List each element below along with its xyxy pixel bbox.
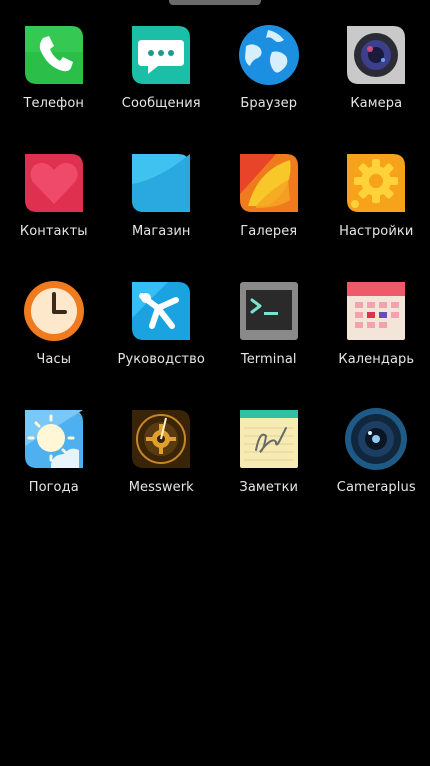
app-gallery[interactable]: Галерея [215, 146, 323, 274]
app-label: Messwerk [128, 480, 194, 495]
browser-globe-icon [238, 25, 299, 85]
app-phone[interactable]: Телефон [0, 18, 108, 146]
app-label: Заметки [239, 480, 299, 495]
app-browser[interactable]: Браузер [215, 18, 323, 146]
app-settings[interactable]: Настройки [323, 146, 430, 274]
app-label: Телефон [23, 96, 84, 111]
weather-icon [24, 410, 83, 468]
messages-icon [132, 26, 191, 84]
app-store[interactable]: Магазин [108, 146, 216, 274]
notes-icon [239, 410, 298, 468]
camera-icon [347, 26, 406, 84]
app-label: Камера [350, 96, 403, 111]
app-calendar[interactable]: Календарь [323, 274, 430, 402]
app-label: Календарь [338, 352, 415, 367]
app-weather[interactable]: Погода [0, 402, 108, 530]
app-grid: Телефон Сообщения Браузер Камера Контакт… [0, 18, 430, 530]
app-messwerk[interactable]: Messwerk [108, 402, 216, 530]
app-label: Галерея [240, 224, 298, 239]
top-drag-handle[interactable] [169, 0, 261, 5]
app-notes[interactable]: Заметки [215, 402, 323, 530]
messwerk-icon [132, 410, 191, 468]
app-camera[interactable]: Камера [323, 18, 430, 146]
calendar-icon [347, 282, 406, 340]
app-terminal[interactable]: Terminal [215, 274, 323, 402]
settings-gear-icon [347, 154, 406, 212]
cameraplus-icon [345, 408, 408, 470]
app-label: Настройки [339, 224, 414, 239]
app-label: Terminal [240, 352, 297, 367]
app-label: Погода [28, 480, 79, 495]
gallery-icon [239, 154, 298, 212]
app-tutorial[interactable]: Руководство [108, 274, 216, 402]
terminal-icon [239, 282, 298, 340]
tutorial-icon [132, 282, 191, 340]
clock-icon [23, 281, 84, 341]
app-label: Cameraplus [336, 480, 416, 495]
phone-icon [24, 26, 83, 84]
app-messages[interactable]: Сообщения [108, 18, 216, 146]
app-label: Сообщения [121, 96, 201, 111]
store-icon [132, 154, 191, 212]
app-label: Контакты [19, 224, 88, 239]
contacts-heart-icon [24, 154, 83, 212]
app-label: Магазин [131, 224, 191, 239]
app-label: Руководство [117, 352, 205, 367]
app-cameraplus[interactable]: Cameraplus [323, 402, 430, 530]
app-clock[interactable]: Часы [0, 274, 108, 402]
app-label: Часы [36, 352, 72, 367]
app-label: Браузер [240, 96, 298, 111]
app-contacts[interactable]: Контакты [0, 146, 108, 274]
